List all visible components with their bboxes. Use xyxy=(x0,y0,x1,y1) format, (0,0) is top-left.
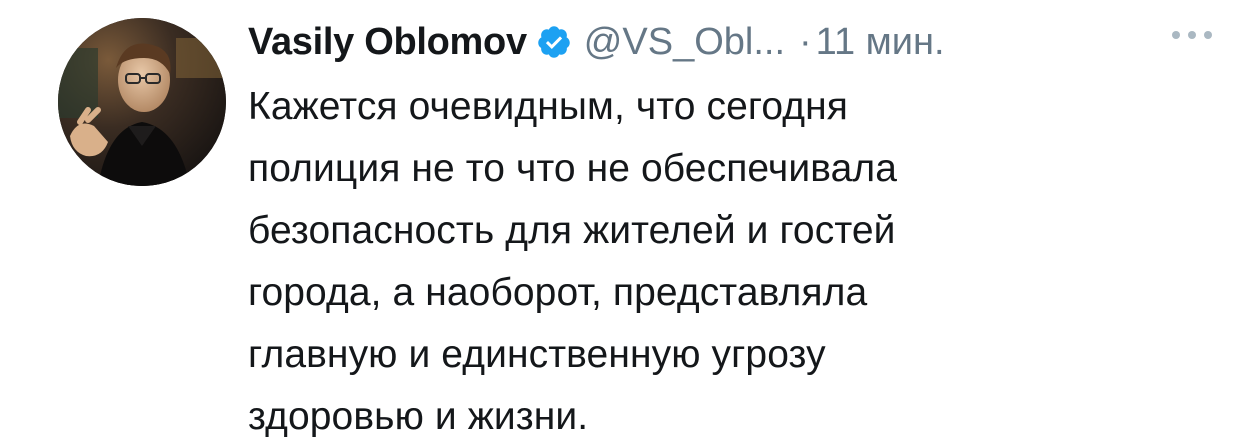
ellipsis-icon xyxy=(1172,31,1212,39)
profile-photo-icon xyxy=(58,18,226,186)
display-name[interactable]: Vasily Oblomov xyxy=(248,21,527,64)
tweet-text-line: безопасность для жителей и гостей xyxy=(248,209,896,252)
tweet-text-line: полиция не то что не обеспечивала xyxy=(248,147,898,190)
separator-dot: · xyxy=(799,20,812,63)
tweet-text-line: здоровью и жизни. xyxy=(248,395,589,438)
avatar[interactable] xyxy=(58,18,226,186)
verified-badge-icon xyxy=(536,24,572,60)
more-options-button[interactable] xyxy=(1168,28,1216,42)
tweet-content: Vasily Oblomov @VS_Obl... · 11 мин. Каже… xyxy=(248,12,1208,448)
tweet[interactable]: Vasily Oblomov @VS_Obl... · 11 мин. Каже… xyxy=(0,0,1242,441)
tweet-text: Кажется очевидным, что сегодня полиция н… xyxy=(248,76,1148,448)
timestamp[interactable]: 11 мин. xyxy=(816,21,945,64)
tweet-text-line: главную и единственную угрозу xyxy=(248,333,826,376)
tweet-text-line: Кажется очевидным, что сегодня xyxy=(248,85,848,128)
user-handle[interactable]: @VS_Obl... xyxy=(584,21,785,64)
tweet-header: Vasily Oblomov @VS_Obl... · 11 мин. xyxy=(248,12,1208,72)
tweet-text-line: города, а наоборот, представляла xyxy=(248,271,868,314)
